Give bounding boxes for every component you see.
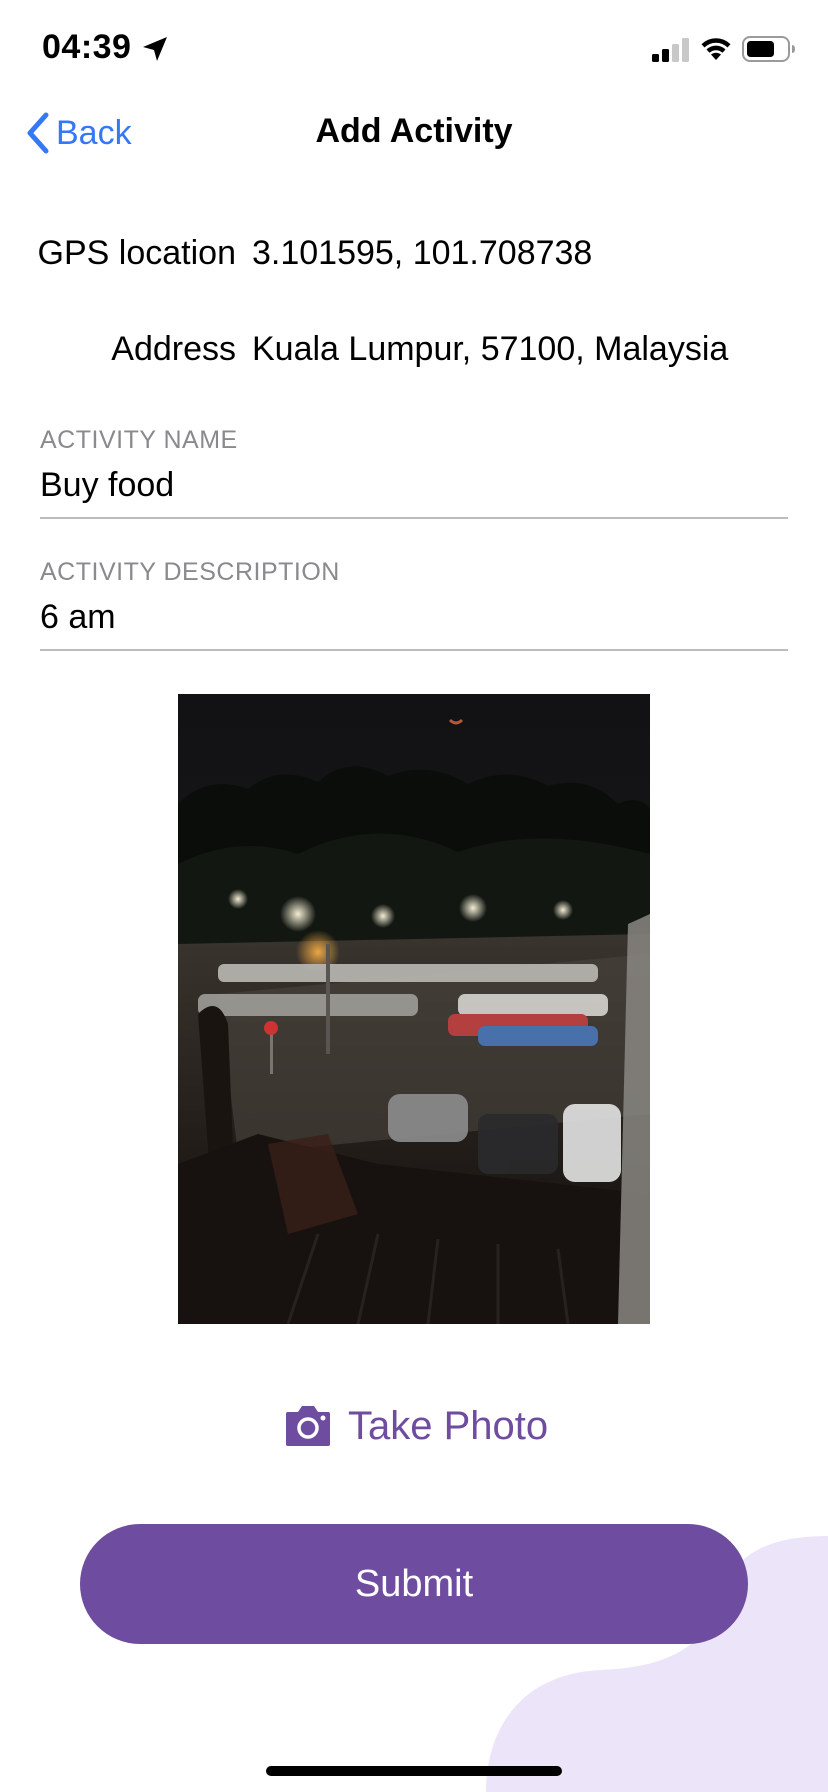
activity-name-field: ACTIVITY NAME: [40, 426, 788, 519]
home-indicator: [266, 1766, 562, 1776]
location-arrow-icon: [143, 37, 167, 61]
activity-name-input[interactable]: [40, 456, 788, 519]
cellular-signal-icon: [652, 38, 689, 62]
status-bar: 04:39: [0, 0, 828, 100]
activity-photo: [178, 694, 650, 1324]
activity-description-input[interactable]: [40, 588, 788, 651]
status-time: 04:39: [42, 28, 132, 66]
back-label: Back: [56, 113, 132, 152]
address-row: Address Kuala Lumpur, 57100, Malaysia: [0, 330, 828, 380]
battery-icon: [742, 36, 795, 62]
activity-description-label: ACTIVITY DESCRIPTION: [40, 558, 340, 586]
wifi-icon: [701, 38, 731, 60]
gps-location-label: GPS location: [37, 234, 236, 272]
camera-icon: [286, 1406, 330, 1446]
submit-button[interactable]: Submit: [80, 1524, 748, 1644]
address-value: Kuala Lumpur, 57100, Malaysia: [252, 330, 729, 368]
take-photo-label: Take Photo: [348, 1403, 549, 1448]
navigation-bar: Add Activity Back: [0, 100, 828, 166]
back-button[interactable]: Back: [24, 108, 132, 158]
activity-name-label: ACTIVITY NAME: [40, 426, 238, 454]
take-photo-button[interactable]: Take Photo: [282, 1398, 548, 1454]
gps-location-value: 3.101595, 101.708738: [252, 234, 593, 272]
address-label: Address: [111, 330, 236, 368]
chevron-left-icon: [27, 112, 49, 154]
activity-description-field: ACTIVITY DESCRIPTION: [40, 558, 788, 651]
gps-location-row: GPS location 3.101595, 101.708738: [0, 234, 828, 284]
